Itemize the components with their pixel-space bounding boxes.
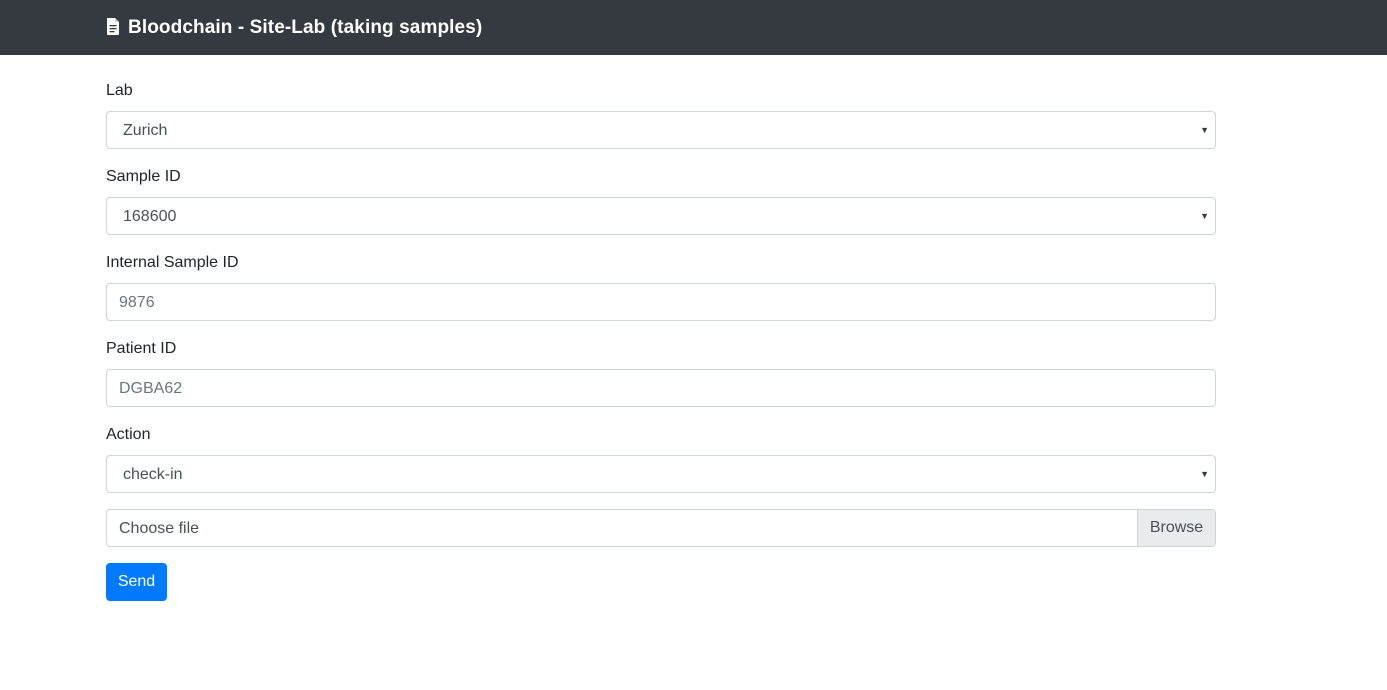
page-title: Bloodchain - Site-Lab (taking samples) <box>128 17 483 38</box>
sample-id-select[interactable]: 168600 ▼ <box>106 197 1216 235</box>
internal-sample-id-label: Internal Sample ID <box>106 254 239 271</box>
lab-select-value: Zurich <box>123 122 168 139</box>
chevron-down-icon: ▼ <box>1200 211 1209 221</box>
patient-id-input[interactable]: DGBA62 <box>106 369 1216 407</box>
sample-id-label: Sample ID <box>106 168 181 185</box>
file-input[interactable]: Choose file Browse <box>106 509 1216 547</box>
send-button[interactable]: Send <box>106 563 167 601</box>
file-input-label: Choose file <box>119 520 200 537</box>
brand[interactable]: Bloodchain - Site-Lab (taking samples) <box>106 16 482 40</box>
chevron-down-icon: ▼ <box>1200 469 1209 479</box>
internal-sample-id-placeholder: 9876 <box>119 294 155 311</box>
action-select[interactable]: check-in ▼ <box>106 455 1216 493</box>
document-icon <box>106 17 120 35</box>
sample-id-select-value: 168600 <box>123 208 177 225</box>
action-label: Action <box>106 426 151 443</box>
lab-select[interactable]: Zurich ▼ <box>106 111 1216 149</box>
navbar: Bloodchain - Site-Lab (taking samples) <box>0 0 1387 55</box>
internal-sample-id-input[interactable]: 9876 <box>106 283 1216 321</box>
patient-id-placeholder: DGBA62 <box>119 380 183 397</box>
lab-label: Lab <box>106 82 133 99</box>
action-select-value: check-in <box>123 466 183 483</box>
chevron-down-icon: ▼ <box>1200 125 1209 135</box>
browse-button[interactable]: Browse <box>1137 510 1215 546</box>
patient-id-label: Patient ID <box>106 340 177 357</box>
